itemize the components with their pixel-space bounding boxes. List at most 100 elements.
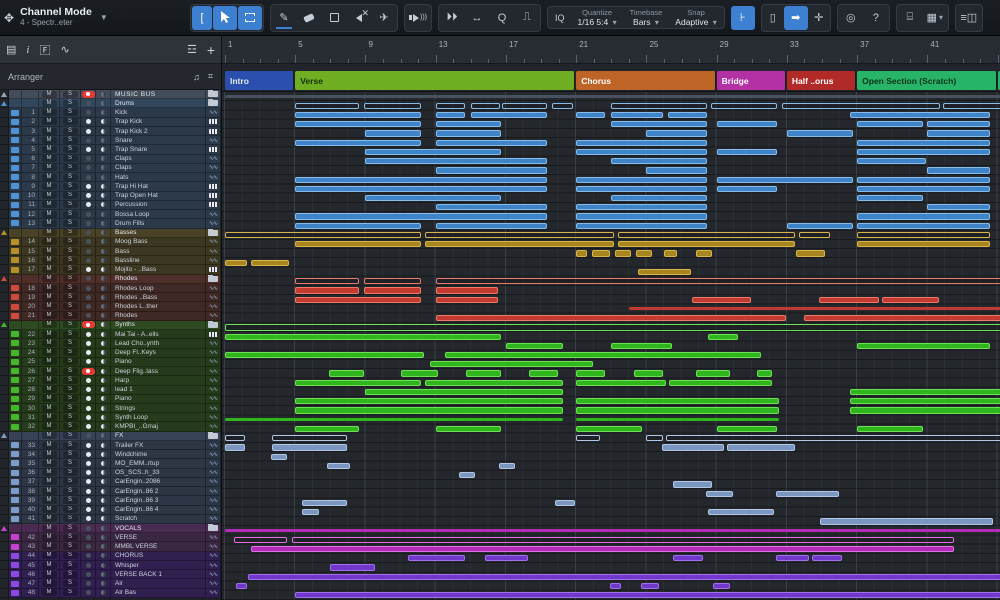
audio-clip[interactable]: [696, 370, 730, 376]
audio-clip[interactable]: [251, 260, 289, 266]
solo-button[interactable]: S: [60, 145, 81, 154]
track-name[interactable]: Deep Flig..lass: [111, 367, 206, 376]
solo-button[interactable]: S: [60, 302, 81, 311]
clip-outline[interactable]: [292, 537, 955, 543]
audio-clip[interactable]: [576, 112, 605, 118]
mute-button[interactable]: M: [39, 118, 60, 127]
mute-button[interactable]: M: [39, 90, 60, 99]
audio-clip[interactable]: [295, 592, 1000, 598]
track-name[interactable]: Hats: [111, 173, 206, 182]
audio-clip[interactable]: [436, 167, 547, 173]
track-name[interactable]: MMBL VERSE: [111, 542, 206, 551]
track-row[interactable]: 35MSMO_EMM..rtup∿∿: [0, 459, 221, 468]
monitor-cell[interactable]: [96, 312, 111, 321]
track-row[interactable]: 40MSCarEngin..86 4∿∿: [0, 506, 221, 515]
monitor-cell[interactable]: [96, 173, 111, 182]
arrow-tool-button[interactable]: [213, 6, 237, 30]
audio-clip[interactable]: [819, 297, 879, 303]
mute-button[interactable]: M: [39, 524, 60, 533]
record-cell[interactable]: [81, 256, 96, 265]
audio-clip[interactable]: [576, 370, 605, 376]
audio-clip[interactable]: [445, 352, 762, 358]
clip-outline[interactable]: [666, 435, 1000, 441]
mute-button[interactable]: M: [39, 127, 60, 136]
solo-button[interactable]: S: [60, 506, 81, 515]
audio-clip[interactable]: [850, 407, 1000, 413]
audio-clip[interactable]: [757, 370, 772, 376]
solo-button[interactable]: S: [60, 312, 81, 321]
track-row[interactable]: 48MSAir Bas∿∿: [0, 589, 221, 598]
clip-outline[interactable]: [943, 103, 1000, 109]
monitor-cell[interactable]: [96, 570, 111, 579]
monitor-cell[interactable]: [96, 404, 111, 413]
folder-track-row[interactable]: MSRhodes: [0, 275, 221, 284]
record-cell[interactable]: [81, 533, 96, 542]
track-row[interactable]: 33MSTrailer FX∿∿: [0, 441, 221, 450]
record-cell[interactable]: [81, 469, 96, 478]
track-collapse-gutter[interactable]: [0, 524, 9, 533]
track-row[interactable]: 45MSWhisper∿∿: [0, 561, 221, 570]
audio-clip[interactable]: [713, 583, 730, 589]
track-collapse-gutter[interactable]: [0, 99, 9, 108]
clip-outline[interactable]: [799, 232, 830, 238]
track-name[interactable]: Trap Snare: [111, 145, 206, 154]
mute-button[interactable]: M: [39, 155, 60, 164]
track-name[interactable]: Bossa Loop: [111, 210, 206, 219]
monitor-cell[interactable]: [96, 275, 111, 284]
audio-clip[interactable]: [401, 370, 439, 376]
track-row[interactable]: 21MSRhodes∿∿: [0, 312, 221, 321]
track-name[interactable]: VOCALS: [111, 524, 206, 533]
clip-outline[interactable]: [295, 103, 359, 109]
record-cell[interactable]: [81, 496, 96, 505]
clip-outline[interactable]: [364, 278, 421, 284]
audio-clip[interactable]: [820, 518, 993, 524]
chevron-down-icon[interactable]: ▼: [100, 13, 108, 22]
monitor-cell[interactable]: [96, 108, 111, 117]
solo-button[interactable]: S: [60, 155, 81, 164]
track-name[interactable]: FX: [111, 432, 206, 441]
split-tool-button[interactable]: [322, 6, 346, 30]
monitor-cell[interactable]: [96, 247, 111, 256]
solo-button[interactable]: S: [60, 265, 81, 274]
clip-outline[interactable]: [436, 103, 465, 109]
track-row[interactable]: 2MSTrap Kick: [0, 118, 221, 127]
track-row[interactable]: 34MSWindchime∿∿: [0, 450, 221, 459]
folder-track-row[interactable]: MSSynths: [0, 321, 221, 330]
solo-button[interactable]: S: [60, 579, 81, 588]
eraser-tool-button[interactable]: [297, 6, 321, 30]
track-name[interactable]: MUSIC BUS: [111, 90, 206, 99]
track-name[interactable]: Scratch: [111, 515, 206, 524]
mute-button[interactable]: M: [39, 413, 60, 422]
track-row[interactable]: 8MSHats∿∿: [0, 173, 221, 182]
audio-clip[interactable]: [857, 223, 989, 229]
solo-button[interactable]: S: [60, 275, 81, 284]
audio-clip[interactable]: [576, 204, 707, 210]
audio-clip[interactable]: [272, 444, 347, 450]
audio-clip[interactable]: [787, 130, 853, 136]
audio-clip[interactable]: [436, 130, 502, 136]
audio-clip[interactable]: [857, 186, 989, 192]
track-name[interactable]: lead 1: [111, 386, 206, 395]
audio-clip[interactable]: [436, 121, 502, 127]
monitor-cell[interactable]: [96, 459, 111, 468]
audio-clip[interactable]: [436, 287, 498, 293]
audio-clip[interactable]: [857, 158, 926, 164]
record-cell[interactable]: [81, 561, 96, 570]
monitor-cell[interactable]: [96, 118, 111, 127]
solo-button[interactable]: S: [60, 210, 81, 219]
monitor-cell[interactable]: [96, 201, 111, 210]
video-view-button[interactable]: ⌸: [898, 6, 922, 30]
track-name[interactable]: Strings: [111, 404, 206, 413]
mute-button[interactable]: M: [39, 376, 60, 385]
record-cell[interactable]: [81, 229, 96, 238]
track-row[interactable]: 44MSCHORUS∿∿: [0, 552, 221, 561]
audio-clip[interactable]: [436, 223, 547, 229]
solo-button[interactable]: S: [60, 99, 81, 108]
record-cell[interactable]: [81, 99, 96, 108]
audio-clip[interactable]: [295, 112, 420, 118]
audio-clip[interactable]: [329, 370, 365, 376]
track-name[interactable]: MO_EMM..rtup: [111, 459, 206, 468]
monitor-cell[interactable]: [96, 238, 111, 247]
monitor-cell[interactable]: [96, 432, 111, 441]
mute-button[interactable]: M: [39, 459, 60, 468]
